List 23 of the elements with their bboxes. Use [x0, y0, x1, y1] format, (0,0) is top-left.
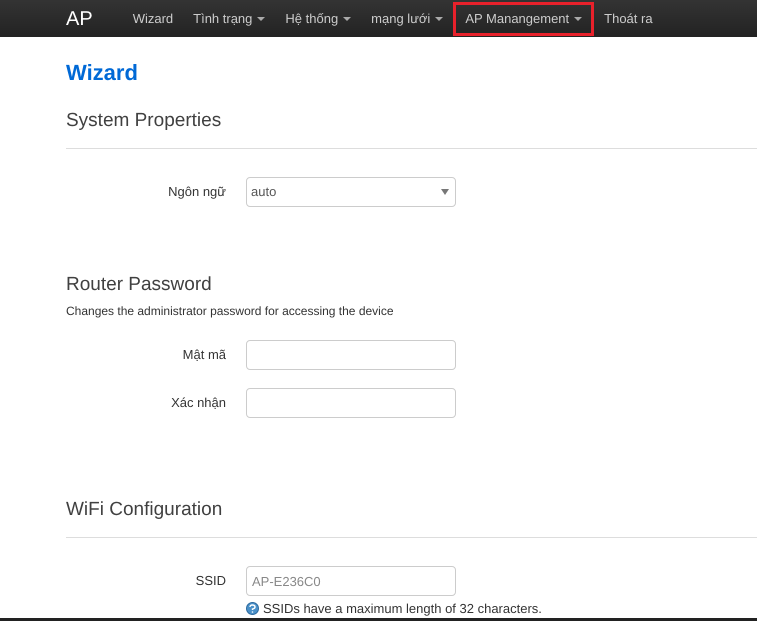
hint-text: SSIDs have a maximum length of 32 characters.: [263, 600, 542, 618]
field-label: SSID: [194, 572, 227, 590]
password-field[interactable]: [246, 388, 456, 418]
field-label: Ngôn ngữ: [167, 183, 227, 201]
field-label: Mật mã: [182, 346, 227, 364]
nav-menu-item[interactable]: Wizard: [122, 2, 184, 36]
nav-menu-item[interactable]: mạng lưới: [361, 2, 454, 36]
field-label: Xác nhận: [170, 394, 227, 412]
nav-menu-item[interactable]: Thoát ra: [594, 2, 663, 36]
brand-logo[interactable]: AP: [66, 4, 93, 34]
nav-menu-item[interactable]: Hệ thống: [275, 2, 362, 36]
section-title: WiFi Configuration: [66, 498, 224, 522]
caret-icon: [441, 189, 449, 195]
section-description: Changes the administrator password for accessing the device: [66, 303, 395, 320]
nav-menu-item[interactable]: Tình trạng: [183, 2, 276, 36]
password-field[interactable]: [246, 340, 456, 370]
section-title: Router Password: [66, 273, 213, 297]
language-select[interactable]: auto: [246, 177, 456, 207]
ssid-field[interactable]: AP-E236C0: [246, 566, 456, 596]
page-title: Wizard: [66, 59, 139, 87]
section-title: System Properties: [66, 109, 222, 133]
help-icon: [246, 602, 259, 616]
nav-menu-item[interactable]: AP Manangement: [453, 2, 594, 36]
